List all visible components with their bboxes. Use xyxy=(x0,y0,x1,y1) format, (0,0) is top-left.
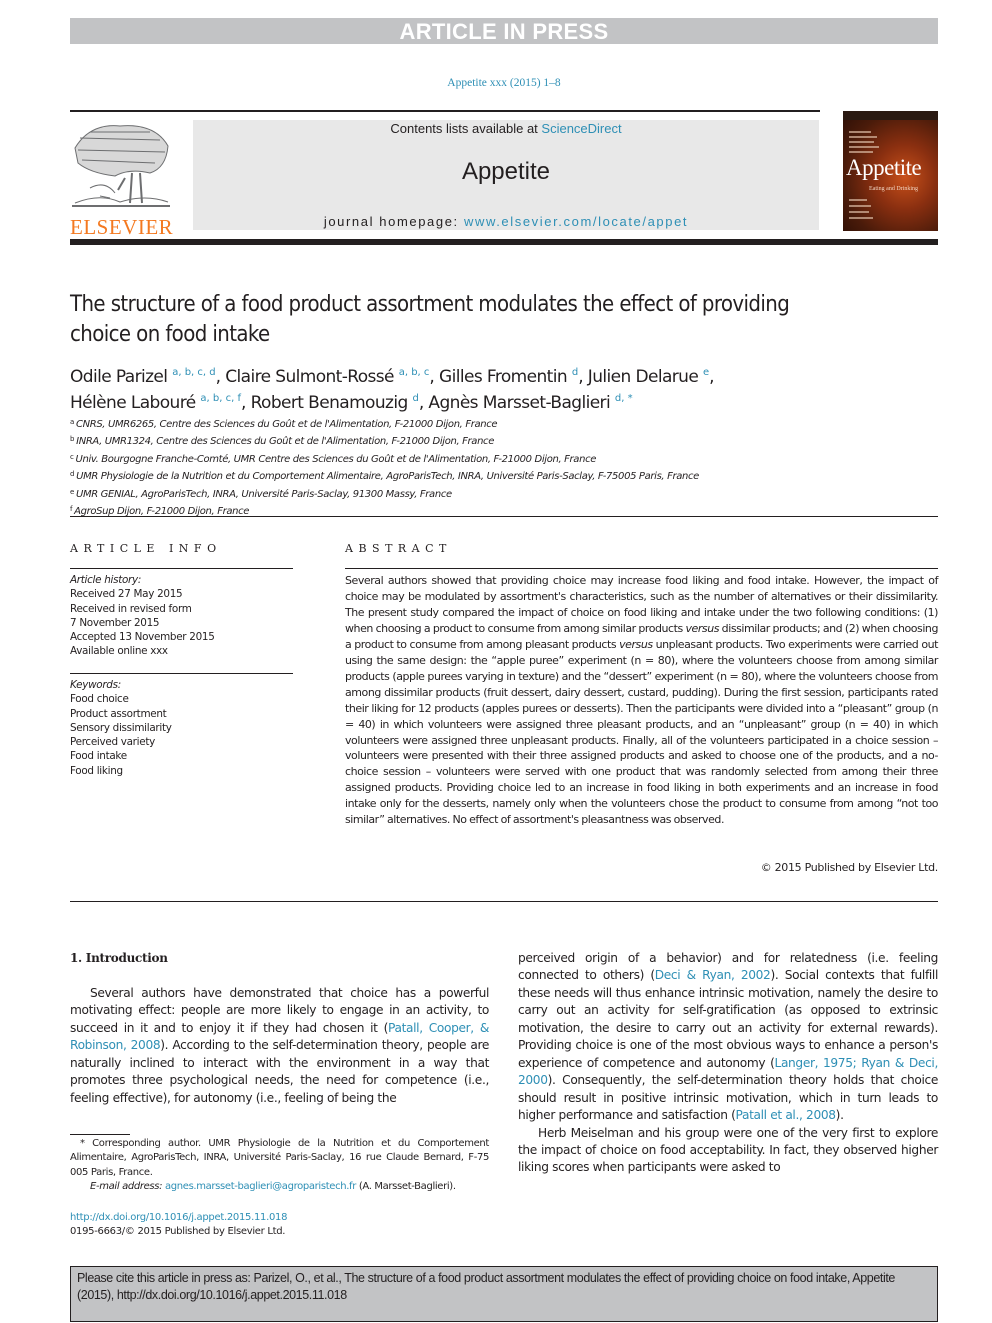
keyword: Food choice xyxy=(70,693,129,706)
history-item: Accepted 13 November 2015 xyxy=(70,631,215,644)
article-info-rule xyxy=(70,568,293,569)
corresponding-author-footnote: * Corresponding author. UMR Physiologie … xyxy=(70,1137,489,1195)
journal-reference-link[interactable]: Appetite xxx (2015) 1–8 xyxy=(0,77,992,89)
cover-text-line xyxy=(849,131,871,133)
elsevier-logo[interactable]: ELSEVIER xyxy=(70,118,173,238)
history-item: Received in revised form xyxy=(70,602,192,615)
article-info-heading: ARTICLE INFO xyxy=(70,542,222,555)
keywords-label: Keywords: xyxy=(70,679,121,691)
abstract-end-rule xyxy=(70,901,938,902)
article-in-press-banner: ARTICLE IN PRESS xyxy=(70,18,938,44)
sciencedirect-link[interactable]: ScienceDirect xyxy=(541,121,621,136)
cover-title: Appetite xyxy=(846,155,922,180)
body-paragraph: perceived origin of a behavior) and for … xyxy=(518,951,938,1123)
author-corresponding[interactable]: Agnès Marsset-Baglieri d, * xyxy=(428,393,632,413)
history-item: 7 November 2015 xyxy=(70,616,160,629)
masthead-thick-rule xyxy=(70,239,938,245)
keywords-rule xyxy=(70,673,293,674)
cover-text-line xyxy=(849,211,869,213)
affiliation-item: c Univ. Bourgogne Franche-Comté, UMR Cent… xyxy=(70,452,597,465)
introduction-heading: 1. Introduction xyxy=(70,951,168,965)
author[interactable]: Hélène Labouré a, b, c, f, xyxy=(70,393,251,413)
author[interactable]: Odile Parizel a, b, c, d, xyxy=(70,367,225,387)
history-label: Article history: xyxy=(70,574,142,586)
author[interactable]: Robert Benamouzig d, xyxy=(251,393,429,413)
cover-text-line xyxy=(849,151,873,153)
affiliations-list: a CNRS, UMR6265, Centre des Sciences du G… xyxy=(70,415,930,519)
citation-box: Please cite this article in press as: Pa… xyxy=(70,1266,938,1322)
keyword: Perceived variety xyxy=(70,736,155,749)
journal-cover-image[interactable]: Appetite Eating and Drinking xyxy=(843,111,938,231)
elsevier-wordmark: ELSEVIER xyxy=(70,215,174,239)
history-item: Received 27 May 2015 xyxy=(70,588,183,601)
cover-text-line xyxy=(849,217,873,219)
doi-link[interactable]: http://dx.doi.org/10.1016/j.appet.2015.1… xyxy=(70,1211,489,1225)
keyword: Food liking xyxy=(70,764,123,777)
cover-text-line xyxy=(849,136,877,138)
affiliation-item: a CNRS, UMR6265, Centre des Sciences du G… xyxy=(70,418,498,430)
header-rule xyxy=(70,110,820,112)
issn-copyright: 0195-6663/© 2015 Published by Elsevier L… xyxy=(70,1226,286,1238)
cover-subtitle: Eating and Drinking xyxy=(869,186,918,192)
citation-link[interactable]: Deci & Ryan, 2002 xyxy=(655,968,771,982)
journal-masthead: Contents lists available at ScienceDirec… xyxy=(193,120,819,230)
affiliation-item: b INRA, UMR1324, Centre des Sciences du G… xyxy=(70,435,495,448)
article-history: Article history: Received 27 May 2015 Re… xyxy=(70,573,295,659)
cover-text-line xyxy=(849,199,867,201)
homepage-line: journal homepage: www.elsevier.com/locat… xyxy=(193,214,819,229)
affiliation-item: d UMR Physiologie de la Nutrition et du C… xyxy=(70,470,699,483)
body-paragraph: Several authors have demonstrated that c… xyxy=(70,986,489,1105)
keyword: Product assortment xyxy=(70,707,167,720)
author-affiliation-refs[interactable]: a, b, c, d xyxy=(172,367,215,378)
article-title: The structure of a food product assortme… xyxy=(70,292,790,347)
author[interactable]: Claire Sulmont-Rossé a, b, c, xyxy=(225,367,439,387)
body-paragraph: Herb Meiselman and his group were one of… xyxy=(518,1125,938,1175)
keywords-list: Keywords: Food choice Product assortment… xyxy=(70,678,295,778)
keyword: Sensory dissimilarity xyxy=(70,721,172,734)
journal-name: Appetite xyxy=(461,158,551,185)
body-column-right: perceived origin of a behavior) and for … xyxy=(518,950,938,1177)
keyword: Food intake xyxy=(70,750,127,763)
author-affiliation-refs[interactable]: a, b, c, f xyxy=(200,393,241,404)
author[interactable]: Julien Delarue e, xyxy=(588,367,715,387)
corresponding-author-text: * Corresponding author. UMR Physiologie … xyxy=(70,1138,489,1178)
cover-text-line xyxy=(849,141,874,143)
homepage-prefix: journal homepage: xyxy=(323,214,464,229)
author-list: Odile Parizel a, b, c, d, Claire Sulmont… xyxy=(70,362,930,414)
history-item: Available online xxx xyxy=(70,645,168,658)
email-link[interactable]: agnes.marsset-baglieri@agroparistech.fr xyxy=(165,1181,356,1192)
contents-line: Contents lists available at ScienceDirec… xyxy=(193,121,819,136)
body-column-left: Several authors have demonstrated that c… xyxy=(70,985,489,1107)
author-affiliation-refs[interactable]: a, b, c xyxy=(399,367,430,378)
abstract-copyright: © 2015 Published by Elsevier Ltd. xyxy=(760,861,939,874)
journal-homepage-link[interactable]: www.elsevier.com/locate/appet xyxy=(464,214,688,229)
section-rule xyxy=(70,516,938,517)
cover-text-line xyxy=(849,146,879,148)
author[interactable]: Gilles Fromentin d, xyxy=(439,367,588,387)
cover-top-strip xyxy=(843,111,938,120)
elsevier-tree-icon xyxy=(72,125,170,207)
abstract-heading: ABSTRACT xyxy=(345,542,452,555)
abstract-text: Several authors showed that providing ch… xyxy=(345,574,938,827)
doi-block: http://dx.doi.org/10.1016/j.appet.2015.1… xyxy=(70,1211,489,1240)
cover-text-line xyxy=(849,205,871,207)
affiliation-item: e UMR GENIAL, AgroParisTech, INRA, Univer… xyxy=(70,487,452,500)
citation-link[interactable]: Patall et al., 2008 xyxy=(736,1108,837,1122)
abstract-rule xyxy=(345,568,938,569)
contents-prefix: Contents lists available at xyxy=(390,121,542,136)
footnote-rule xyxy=(70,1134,130,1135)
author-affiliation-refs[interactable]: d, * xyxy=(615,393,633,404)
email-line: E-mail address: agnes.marsset-baglieri@a… xyxy=(90,1181,456,1193)
